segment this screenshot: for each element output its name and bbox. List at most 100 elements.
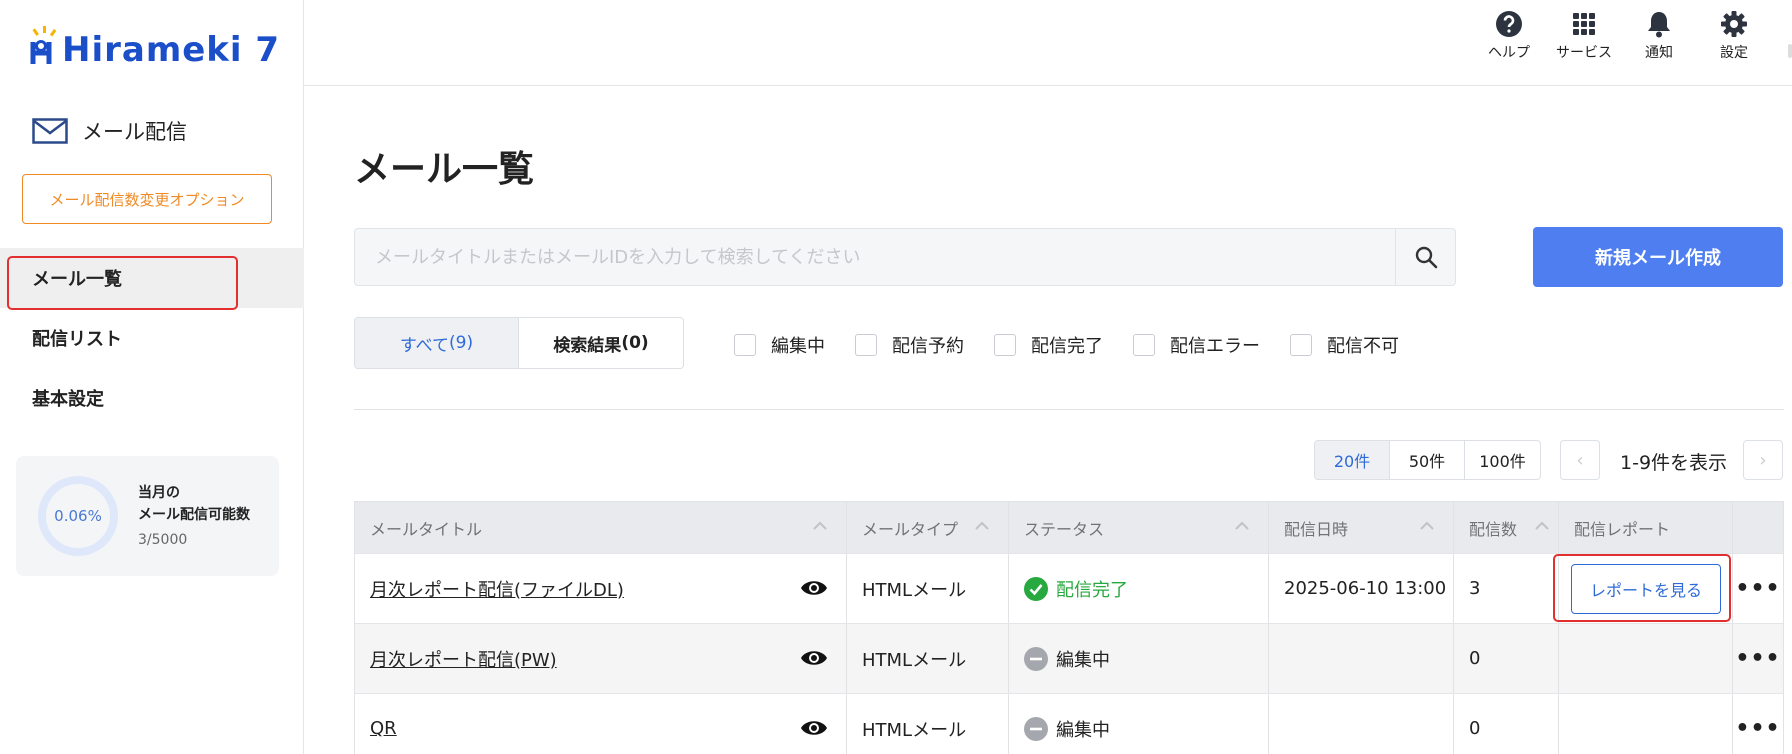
more-options-icon[interactable]: ••• <box>1735 576 1783 601</box>
mail-icon <box>32 118 68 144</box>
status-badge: 配信完了 <box>1024 576 1128 602</box>
cell-count: 0 <box>1454 694 1559 754</box>
status-text: 編集中 <box>1056 649 1110 671</box>
bell-icon <box>1648 12 1670 38</box>
settings-button[interactable]: 設定 <box>1699 10 1769 62</box>
more-options-icon[interactable]: ••• <box>1735 646 1783 671</box>
filter-unavailable[interactable]: 配信不可 <box>1290 332 1399 358</box>
col-actions <box>1733 502 1783 553</box>
page-size-100[interactable]: 100件 <box>1465 441 1540 479</box>
services-label: サービス <box>1556 45 1612 61</box>
table-header: メールタイトル メールタイプ ステータス 配信日時 配信数 配信レポート <box>355 502 1783 554</box>
cell-title: QR <box>355 694 847 754</box>
help-icon <box>1496 11 1522 37</box>
col-type[interactable]: メールタイプ <box>847 502 1009 553</box>
filter-checkbox[interactable] <box>855 334 877 356</box>
tab-search-label: 検索結果 <box>553 335 622 356</box>
quota-label-line2: メール配信可能数 <box>138 507 250 523</box>
page-size-20[interactable]: 20件 <box>1315 441 1390 479</box>
tab-all[interactable]: すべて (9) <box>355 318 519 368</box>
mail-title-link[interactable]: 月次レポート配信(ファイルDL) <box>370 576 624 602</box>
notifications-label: 通知 <box>1645 45 1673 61</box>
search-input[interactable] <box>355 229 1395 285</box>
tab-search-count: (0) <box>621 333 649 353</box>
page-title: メール一覧 <box>354 149 535 190</box>
col-status[interactable]: ステータス <box>1009 502 1269 553</box>
quota-percent: 0.06% <box>54 507 102 525</box>
cell-count: 0 <box>1454 624 1559 693</box>
eye-icon[interactable] <box>800 648 828 668</box>
prev-page-button[interactable]: ‹ <box>1560 440 1600 480</box>
quota-ring: 0.06% <box>38 476 118 556</box>
cell-date: 2025-06-10 13:00 <box>1269 554 1454 623</box>
cell-title: 月次レポート配信(PW) <box>355 624 847 693</box>
tab-all-count: (9) <box>449 333 474 353</box>
brand-logo[interactable]: Hirameki 7 <box>30 22 280 70</box>
minus-circle-icon <box>1024 716 1048 741</box>
cell-actions: ••• <box>1733 554 1783 623</box>
mail-section-header: メール配信 <box>32 116 187 146</box>
col-report-label: 配信レポート <box>1574 519 1671 539</box>
col-type-label: メールタイプ <box>862 519 959 539</box>
filter-label: 配信完了 <box>1031 336 1103 357</box>
range-text: 1-9件を表示 <box>1620 452 1728 474</box>
cell-status: 編集中 <box>1009 694 1269 754</box>
mail-title-link[interactable]: 月次レポート配信(PW) <box>370 646 557 672</box>
filter-checkbox[interactable] <box>994 334 1016 356</box>
col-title-label: メールタイトル <box>370 519 483 539</box>
eye-icon[interactable] <box>800 578 828 598</box>
cell-date <box>1269 624 1454 693</box>
sidebar-item-mail-list[interactable]: メール一覧 <box>0 248 304 310</box>
cell-status: 編集中 <box>1009 624 1269 693</box>
col-title[interactable]: メールタイトル <box>355 502 847 553</box>
delivery-option-button[interactable]: メール配信数変更オプション <box>22 174 272 224</box>
help-label: ヘルプ <box>1488 45 1530 61</box>
mail-title-link[interactable]: QR <box>370 718 397 739</box>
minus-circle-icon <box>1024 646 1048 671</box>
more-options-icon[interactable]: ••• <box>1735 716 1783 741</box>
filter-checkbox[interactable] <box>1290 334 1312 356</box>
services-button[interactable]: サービス <box>1549 10 1619 62</box>
next-page-button[interactable]: › <box>1743 440 1783 480</box>
cell-status: 配信完了 <box>1009 554 1269 623</box>
notifications-button[interactable]: 通知 <box>1624 10 1694 62</box>
chevron-left-icon: ‹ <box>1576 449 1584 471</box>
page-size-50[interactable]: 50件 <box>1390 441 1465 479</box>
filter-checkbox[interactable] <box>1133 334 1155 356</box>
filter-label: 配信エラー <box>1170 336 1260 357</box>
col-date[interactable]: 配信日時 <box>1269 502 1454 553</box>
eye-icon[interactable] <box>800 718 828 738</box>
sidebar-item-label: 基本設定 <box>32 389 104 410</box>
cell-type: HTMLメール <box>847 554 1009 623</box>
sidebar-item-delivery-list[interactable]: 配信リスト <box>0 308 304 368</box>
check-circle-icon <box>1024 576 1048 601</box>
cell-actions: ••• <box>1733 694 1783 754</box>
filter-completed[interactable]: 配信完了 <box>994 332 1103 358</box>
settings-label: 設定 <box>1720 45 1748 61</box>
help-button[interactable]: ヘルプ <box>1474 10 1544 62</box>
search-button[interactable] <box>1395 229 1455 285</box>
logo-text: Hirameki 7 <box>62 30 281 70</box>
report-button-highlight <box>1553 554 1731 622</box>
new-mail-button[interactable]: 新規メール作成 <box>1533 227 1783 287</box>
filter-checkbox[interactable] <box>734 334 756 356</box>
filter-scheduled[interactable]: 配信予約 <box>855 332 964 358</box>
logo-mark-icon <box>30 26 57 64</box>
filter-label: 配信不可 <box>1327 336 1399 357</box>
cell-report <box>1559 694 1733 754</box>
col-count-label: 配信数 <box>1469 519 1518 539</box>
cell-date <box>1269 694 1454 754</box>
sidebar: Hirameki 7 メール配信 メール配信数変更オプション メール一覧 配信リ… <box>0 0 304 754</box>
section-title: メール配信 <box>82 120 187 144</box>
col-date-label: 配信日時 <box>1284 519 1349 539</box>
cell-type: HTMLメール <box>847 694 1009 754</box>
filter-error[interactable]: 配信エラー <box>1133 332 1260 358</box>
panel-edge-handle[interactable] <box>1788 44 1792 58</box>
sidebar-item-basic-settings[interactable]: 基本設定 <box>0 368 304 428</box>
status-badge: 編集中 <box>1024 646 1110 672</box>
tab-search-results[interactable]: 検索結果 (0) <box>519 318 683 368</box>
cell-report <box>1559 624 1733 693</box>
col-count[interactable]: 配信数 <box>1454 502 1559 553</box>
filter-editing[interactable]: 編集中 <box>734 332 825 358</box>
cell-title: 月次レポート配信(ファイルDL) <box>355 554 847 623</box>
